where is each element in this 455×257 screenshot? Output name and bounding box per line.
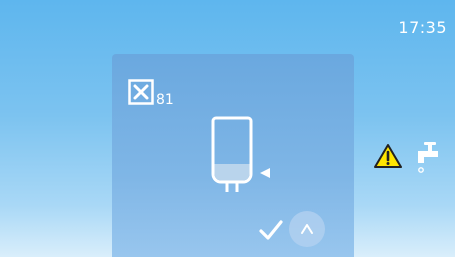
error-code: 81 — [156, 92, 174, 108]
cross-box-icon — [128, 79, 154, 105]
up-button[interactable] — [289, 211, 325, 247]
water-tap-icon — [418, 142, 438, 173]
warning-icon — [374, 144, 402, 168]
checkmark-icon[interactable] — [258, 217, 284, 243]
screen: 17:35 81 — [0, 0, 455, 257]
bag-icon — [211, 116, 253, 192]
chevron-up-icon — [301, 224, 313, 234]
clock: 17:35 — [398, 18, 447, 37]
error-dialog: 81 — [112, 54, 354, 257]
pointer-left-icon — [260, 168, 270, 178]
